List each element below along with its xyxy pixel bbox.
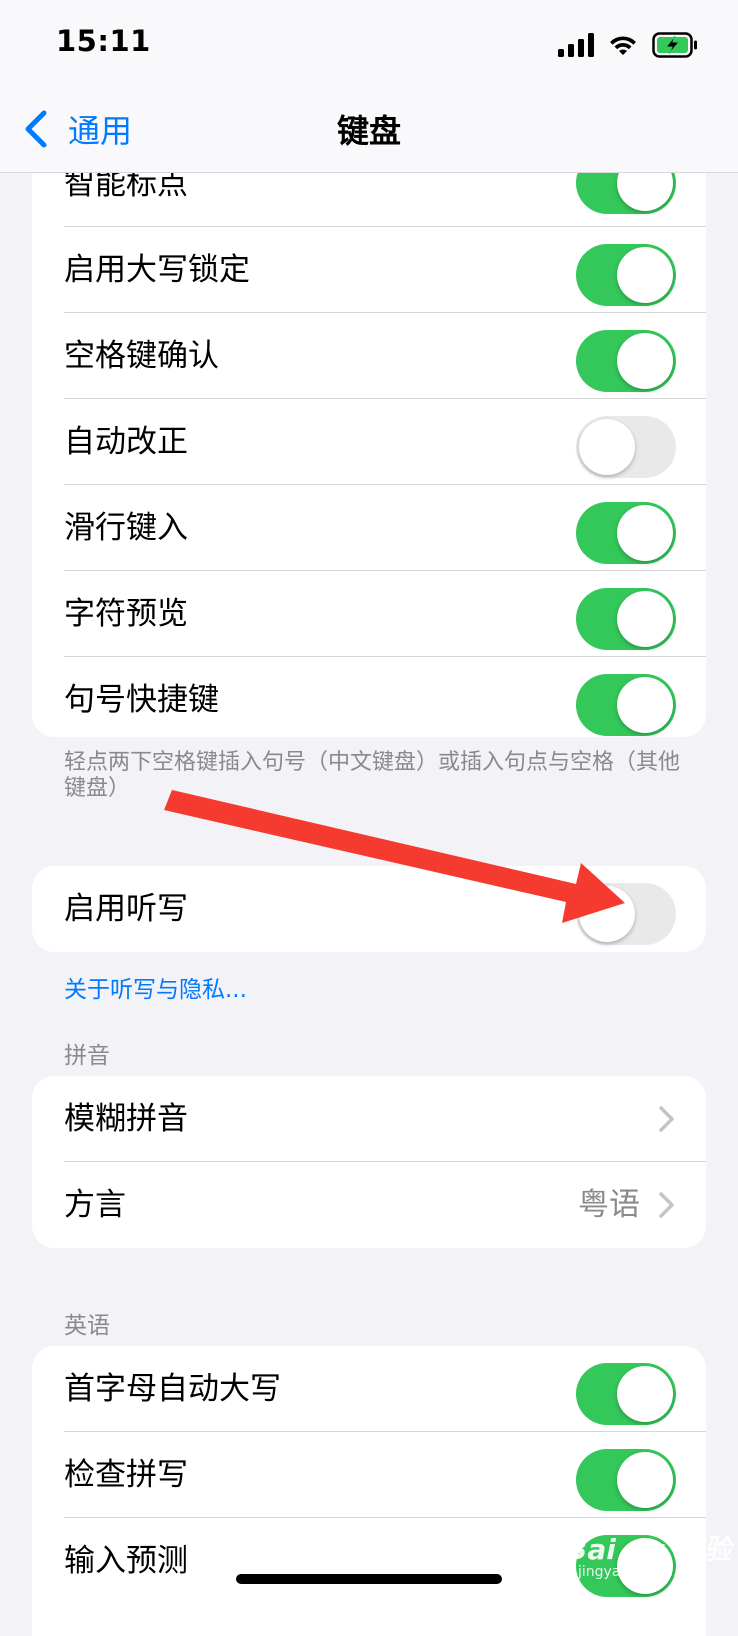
watermark-url: jingyan.baidu.com [578, 1564, 708, 1580]
watermark-brand: Bai du 经验 [566, 1533, 732, 1566]
annotation-arrow [164, 790, 625, 923]
watermark: Bai du 经验 jingyan.baidu.com [560, 1500, 731, 1590]
home-indicator [236, 1574, 502, 1584]
